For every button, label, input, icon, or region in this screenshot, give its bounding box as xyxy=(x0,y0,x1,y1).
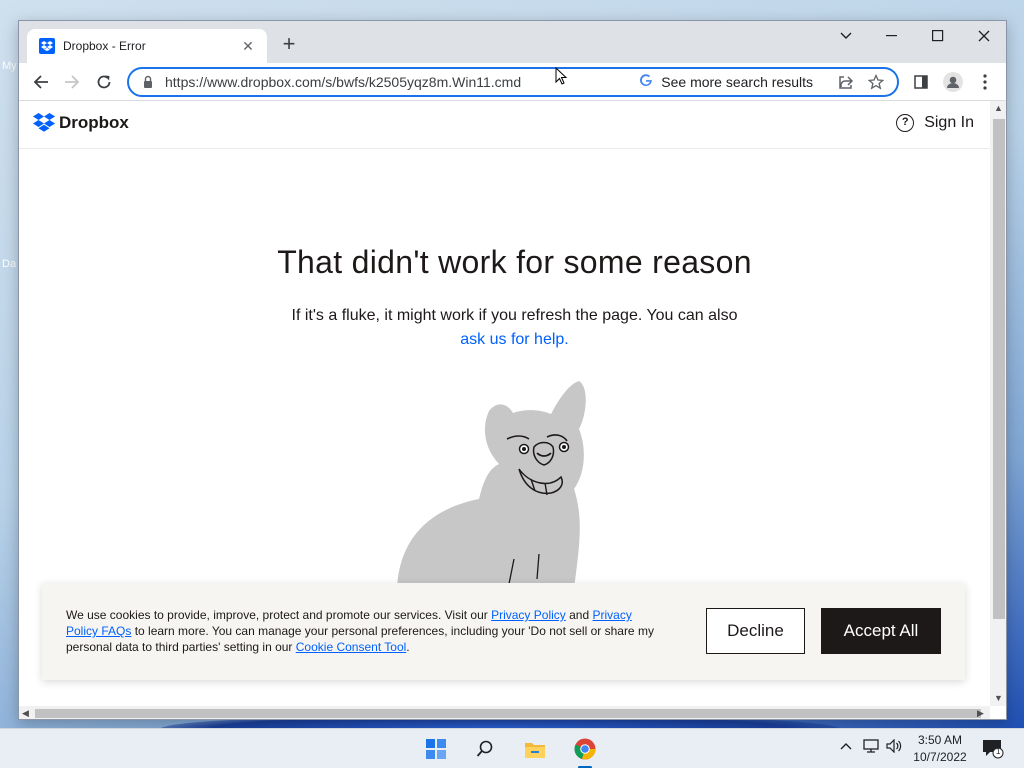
error-heading: That didn't work for some reason xyxy=(277,244,752,280)
profile-icon[interactable] xyxy=(939,68,967,96)
sign-in-label: Sign In xyxy=(924,114,974,131)
scroll-down-icon[interactable]: ▼ xyxy=(994,693,1003,703)
cookie-text-part: We use cookies to provide, improve, prot… xyxy=(66,608,492,622)
kebab-menu-icon[interactable] xyxy=(971,68,999,96)
taskbar: 3:50 AM 10/7/2022 1 xyxy=(0,728,1024,768)
dropbox-favicon xyxy=(39,38,55,54)
volume-icon[interactable] xyxy=(886,738,902,756)
chevron-down-icon[interactable] xyxy=(823,21,869,51)
tab-strip: Dropbox - Error ✕ + xyxy=(19,21,1006,63)
close-icon[interactable]: ✕ xyxy=(239,38,257,55)
cookie-consent-banner: We use cookies to provide, improve, prot… xyxy=(42,583,965,680)
sign-in-link[interactable]: ? Sign In xyxy=(896,114,974,132)
dropbox-logo-icon xyxy=(33,113,55,132)
cookie-text: We use cookies to provide, improve, prot… xyxy=(66,607,666,655)
browser-toolbar: https://www.dropbox.com/s/bwfs/k2505yqz8… xyxy=(19,63,1006,101)
help-link[interactable]: ask us for help. xyxy=(460,331,569,348)
maximize-icon[interactable] xyxy=(915,21,961,51)
star-icon[interactable] xyxy=(865,71,887,93)
cookie-text-part: . xyxy=(406,640,410,654)
chevron-up-icon[interactable] xyxy=(840,739,852,753)
site-header: Dropbox ? Sign In xyxy=(19,101,990,149)
tab-title: Dropbox - Error xyxy=(63,39,146,53)
scroll-up-icon[interactable]: ▲ xyxy=(994,103,1003,113)
mouse-cursor-icon xyxy=(555,67,567,85)
system-clock[interactable]: 3:50 AM 10/7/2022 xyxy=(906,732,974,766)
clock-date: 10/7/2022 xyxy=(913,750,967,764)
network-icon[interactable] xyxy=(863,739,879,756)
chrome-icon[interactable] xyxy=(569,735,601,763)
clock-time: 3:50 AM xyxy=(917,733,963,747)
lock-icon[interactable] xyxy=(141,75,155,89)
desktop-icon-label[interactable]: Da xyxy=(2,258,16,270)
horizontal-scrollbar[interactable]: ◀ ▶ xyxy=(19,706,990,719)
desktop-icon-label[interactable]: My xyxy=(2,60,17,72)
share-icon[interactable] xyxy=(835,71,857,93)
cookie-consent-tool-link[interactable]: Cookie Consent Tool xyxy=(296,640,407,654)
decline-button[interactable]: Decline xyxy=(706,608,805,654)
scroll-right-icon[interactable]: ▶ xyxy=(977,708,984,719)
forward-icon[interactable] xyxy=(58,68,86,96)
reload-icon[interactable] xyxy=(90,68,118,96)
cookie-text-part: and xyxy=(565,608,593,622)
notification-count: 1 xyxy=(996,747,1001,756)
vertical-scrollbar[interactable]: ▲ ▼ xyxy=(990,101,1006,706)
side-panel-icon[interactable] xyxy=(907,68,935,96)
windows-start-icon[interactable] xyxy=(420,735,452,763)
accept-all-button[interactable]: Accept All xyxy=(821,608,941,654)
scrollbar-thumb[interactable] xyxy=(993,119,1005,619)
window-close-icon[interactable] xyxy=(961,21,1006,51)
url-text: https://www.dropbox.com/s/bwfs/k2505yqz8… xyxy=(165,74,522,90)
search-suggestion[interactable]: See more search results xyxy=(639,73,813,91)
file-explorer-icon[interactable] xyxy=(519,735,551,763)
back-icon[interactable] xyxy=(27,68,55,96)
search-suggestion-label: See more search results xyxy=(661,74,813,90)
dropbox-logo[interactable]: Dropbox xyxy=(33,113,129,133)
scrollbar-thumb[interactable] xyxy=(35,709,981,718)
minimize-icon[interactable] xyxy=(869,21,915,51)
help-icon[interactable]: ? xyxy=(896,114,915,132)
logo-wordmark: Dropbox xyxy=(59,113,129,132)
google-icon xyxy=(639,73,653,91)
scroll-left-icon[interactable]: ◀ xyxy=(22,708,29,719)
privacy-policy-link[interactable]: Privacy Policy xyxy=(491,608,566,622)
sad-dog-illustration xyxy=(397,381,586,589)
error-message: If it's a fluke, it might work if you re… xyxy=(19,304,990,352)
plus-icon[interactable]: + xyxy=(277,33,301,57)
error-message-text: If it's a fluke, it might work if you re… xyxy=(291,307,738,324)
search-icon[interactable] xyxy=(469,735,501,763)
notification-icon[interactable]: 1 xyxy=(982,739,1004,759)
address-bar[interactable]: https://www.dropbox.com/s/bwfs/k2505yqz8… xyxy=(127,67,899,97)
tab-dropbox-error[interactable]: Dropbox - Error ✕ xyxy=(27,29,267,63)
